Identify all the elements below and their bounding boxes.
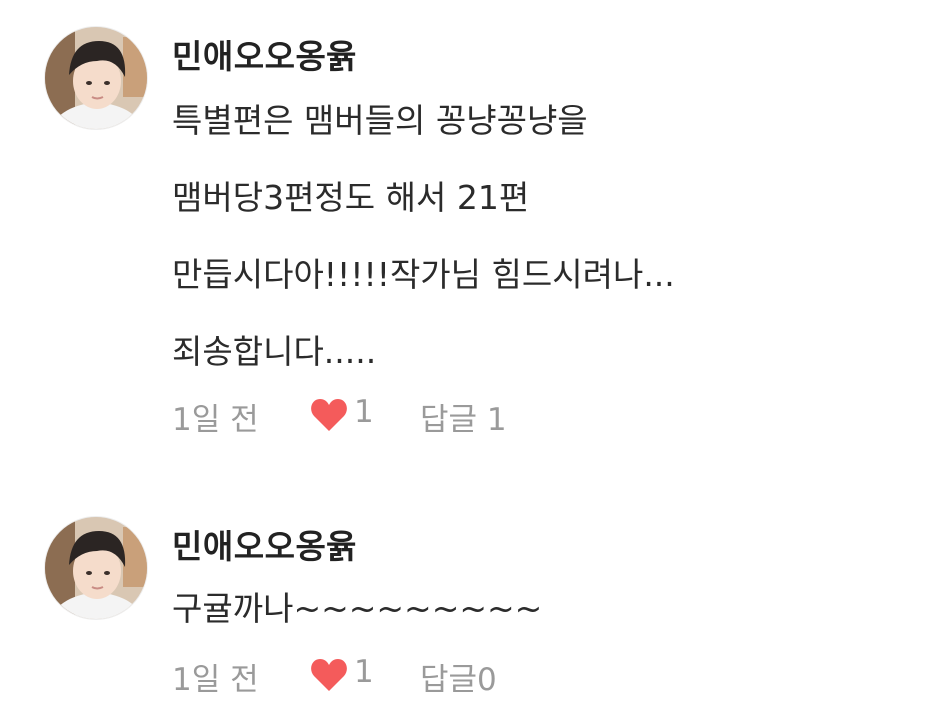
comment-username[interactable]: 민애오오옹윩 xyxy=(172,520,357,568)
heart-icon[interactable] xyxy=(310,657,348,693)
comment-text-line: 맴버당3편정도 해서 21편 xyxy=(172,178,530,217)
avatar[interactable] xyxy=(44,516,148,620)
comment-text-line: 특별편은 맴버들의 꽁냥꽁냥을 xyxy=(172,101,588,140)
comment-text-line: 만듭시다아!!!!!작가님 힘드시려나... xyxy=(172,255,675,294)
avatar-photo xyxy=(45,517,147,619)
comment-item: 민애오오옹윩 특별편은 맴버들의 꽁냥꽁냥을 맴버당3편정도 해서 21편 만듭… xyxy=(0,0,938,460)
comment-item: 민애오오옹윩 구귤까나~~~~~~~~~ 1일 전 1 답글0 xyxy=(0,500,938,704)
comment-username[interactable]: 민애오오옹윩 xyxy=(172,30,357,78)
comment-text-line: 죄송합니다..... xyxy=(172,332,377,371)
heart-icon[interactable] xyxy=(310,397,348,433)
reply-button[interactable]: 답글 1 xyxy=(420,394,507,439)
like-count: 1 xyxy=(354,654,374,690)
avatar-photo xyxy=(45,27,147,129)
like-count: 1 xyxy=(354,394,374,430)
reply-button[interactable]: 답글0 xyxy=(420,654,497,699)
comment-time: 1일 전 xyxy=(172,662,259,698)
comment-time: 1일 전 xyxy=(172,402,259,438)
comment-text-line: 구귤까나~~~~~~~~~ xyxy=(172,589,543,628)
avatar[interactable] xyxy=(44,26,148,130)
